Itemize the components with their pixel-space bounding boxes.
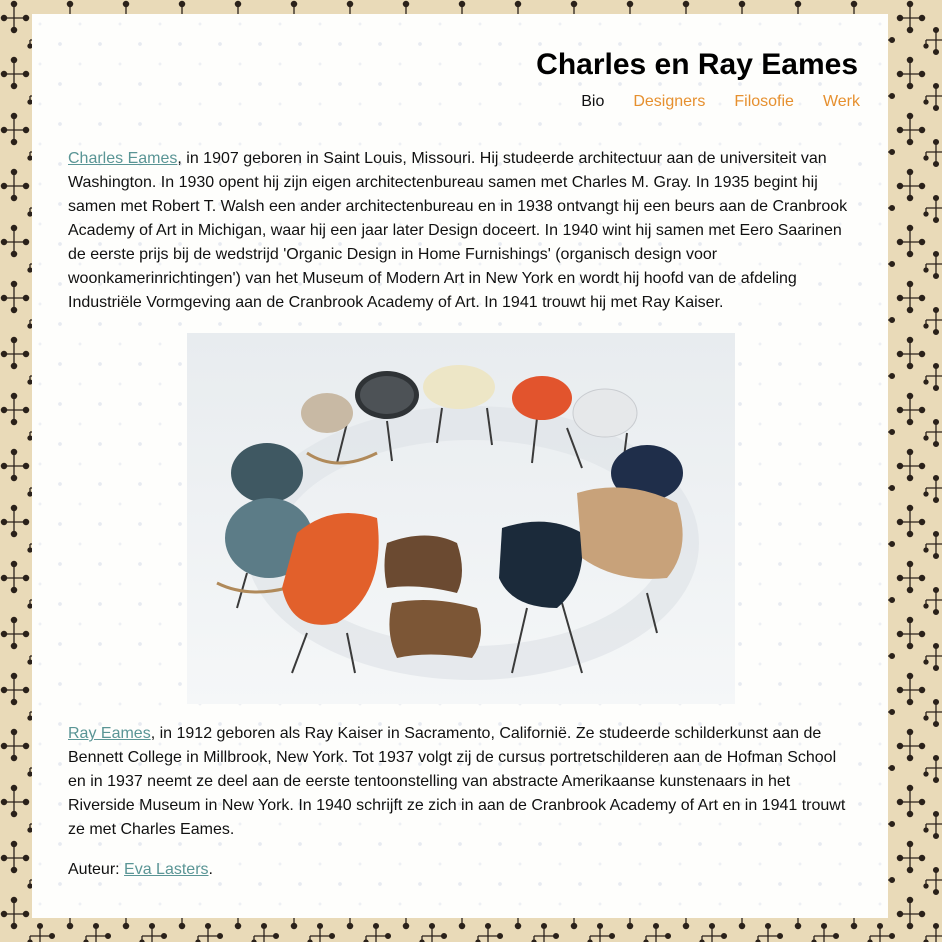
page-title: Charles en Ray Eames xyxy=(536,48,858,81)
main-nav: Bio Designers Filosofie Werk xyxy=(552,93,860,111)
nav-item-bio[interactable]: Bio xyxy=(581,93,604,111)
author-label: Auteur: xyxy=(68,861,125,878)
author-link[interactable]: Eva Lasters xyxy=(124,861,208,878)
bio-ray-paragraph: Ray Eames, in 1912 geboren als Ray Kaise… xyxy=(68,722,858,842)
bio-ray-text: , in 1912 geboren als Ray Kaiser in Sacr… xyxy=(68,725,846,838)
charles-eames-link[interactable]: Charles Eames xyxy=(68,150,177,167)
ray-eames-link[interactable]: Ray Eames xyxy=(68,725,151,742)
bio-charles-text: , in 1907 geboren in Saint Louis, Missou… xyxy=(68,150,848,311)
bio-charles-paragraph: Charles Eames, in 1907 geboren in Saint … xyxy=(68,147,858,315)
nav-item-werk[interactable]: Werk xyxy=(823,93,860,111)
nav-item-filosofie[interactable]: Filosofie xyxy=(734,93,794,111)
content-panel: Charles en Ray Eames Bio Designers Filos… xyxy=(32,14,888,918)
author-line: Auteur: Eva Lasters. xyxy=(68,858,858,882)
author-suffix: . xyxy=(208,861,213,878)
nav-item-designers[interactable]: Designers xyxy=(633,93,705,111)
eames-chairs-photo xyxy=(187,333,735,704)
